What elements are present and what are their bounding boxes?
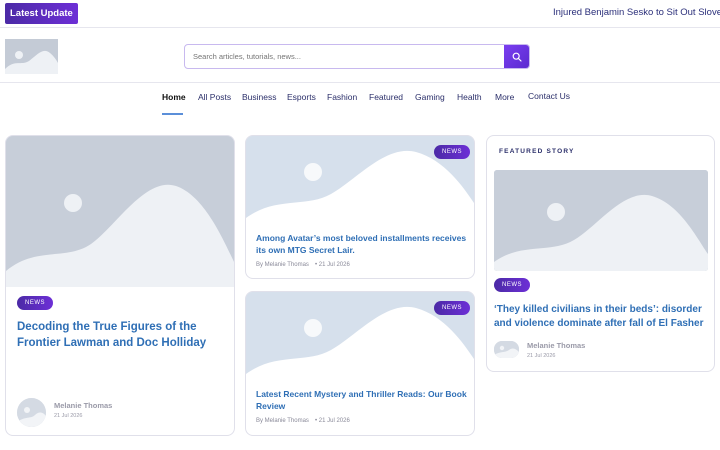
article-image <box>6 136 234 287</box>
nav-item-contact-us[interactable]: Contact Us <box>528 91 570 101</box>
latest-update-label: Latest Update <box>5 3 78 24</box>
avatar-placeholder-icon <box>494 341 519 358</box>
nav-item-gaming[interactable]: Gaming <box>415 92 445 102</box>
featured-story-card[interactable]: FEATURED STORY NEWS ‘They killed civilia… <box>486 135 715 372</box>
image-placeholder-icon <box>6 136 234 287</box>
article-title[interactable]: Among Avatar’s most beloved installments… <box>256 233 468 256</box>
article-image <box>494 170 708 271</box>
nav-item-health[interactable]: Health <box>457 92 482 102</box>
news-ticker[interactable]: Injured Benjamin Sesko to Sit Out Sloven… <box>553 7 720 18</box>
author-byline[interactable]: By Melanie Thomas <box>256 262 309 268</box>
category-badge[interactable]: NEWS <box>494 278 530 292</box>
image-placeholder-icon <box>5 39 58 74</box>
nav-item-business[interactable]: Business <box>242 92 277 102</box>
category-badge[interactable]: NEWS <box>434 301 470 315</box>
nav-item-fashion[interactable]: Fashion <box>327 92 357 102</box>
search-icon <box>512 52 522 62</box>
post-date: • 21 Jul 2026 <box>315 418 350 424</box>
site-logo[interactable] <box>5 39 58 74</box>
category-badge[interactable]: NEWS <box>17 296 53 310</box>
post-date: 21 Jul 2026 <box>54 413 83 419</box>
category-badge[interactable]: NEWS <box>434 145 470 159</box>
article-card-1[interactable]: NEWS Among Avatar’s most beloved install… <box>245 135 475 279</box>
post-date: 21 Jul 2026 <box>527 353 556 359</box>
nav-item-home[interactable]: Home <box>162 92 186 102</box>
nav-item-esports[interactable]: Esports <box>287 92 316 102</box>
main-nav: Home All Posts Business Esports Fashion … <box>0 83 720 117</box>
post-date: • 21 Jul 2026 <box>315 262 350 268</box>
featured-story-label: FEATURED STORY <box>499 148 575 155</box>
image-placeholder-icon <box>494 170 708 271</box>
top-bar: Latest Update Injured Benjamin Sesko to … <box>0 0 720 28</box>
author-name[interactable]: Melanie Thomas <box>527 341 585 350</box>
nav-item-featured[interactable]: Featured <box>369 92 403 102</box>
article-card-main[interactable]: NEWS Decoding the True Figures of the Fr… <box>5 135 235 436</box>
nav-item-all-posts[interactable]: All Posts <box>198 92 231 102</box>
search-button[interactable] <box>504 45 529 68</box>
site-header <box>0 28 720 83</box>
avatar <box>17 398 46 427</box>
author-name[interactable]: Melanie Thomas <box>54 401 112 410</box>
article-card-2[interactable]: NEWS Latest Recent Mystery and Thriller … <box>245 291 475 436</box>
article-title[interactable]: Decoding the True Figures of the Frontie… <box>17 320 229 352</box>
author-byline[interactable]: By Melanie Thomas <box>256 418 309 424</box>
avatar-placeholder-icon <box>17 398 46 427</box>
avatar <box>494 341 519 358</box>
nav-active-indicator <box>162 113 183 115</box>
article-title[interactable]: ‘They killed civilians in their beds’: d… <box>494 303 709 331</box>
search-input[interactable] <box>185 45 505 68</box>
search-bar <box>184 44 530 69</box>
nav-item-more[interactable]: More <box>495 92 514 102</box>
article-title[interactable]: Latest Recent Mystery and Thriller Reads… <box>256 389 468 412</box>
